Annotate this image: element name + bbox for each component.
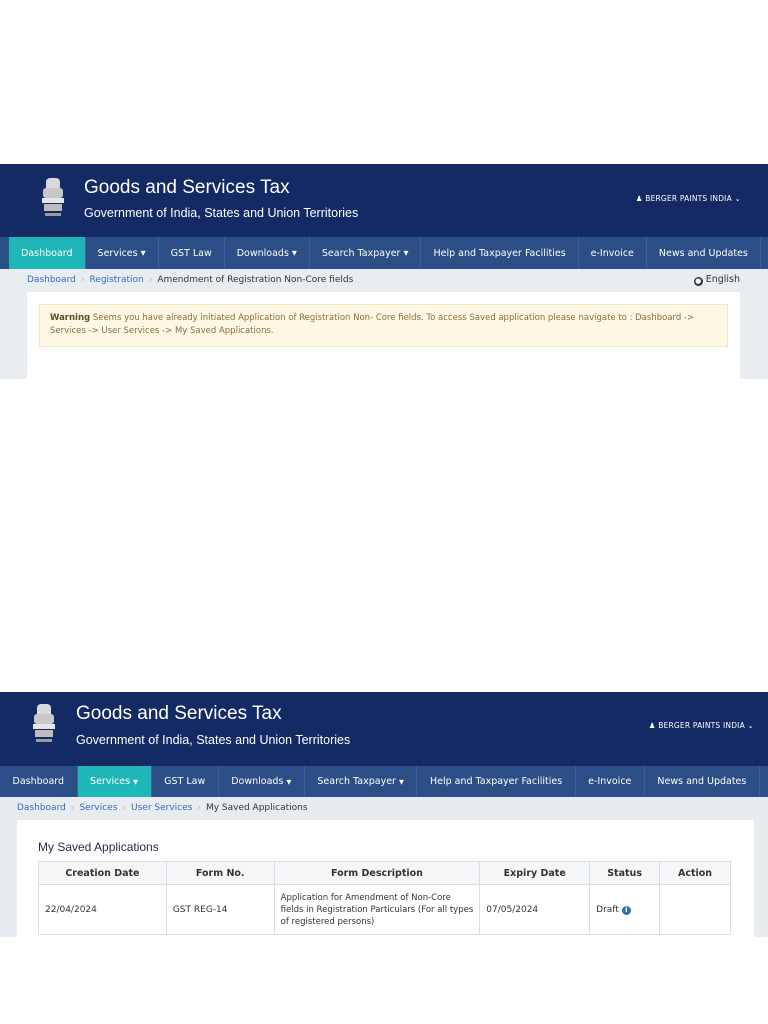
chevron-down-icon: ⌄ xyxy=(734,194,741,203)
caret-down-icon: ▼ xyxy=(291,249,297,257)
nav-label: GST Law xyxy=(170,247,212,259)
caret-down-icon: ▼ xyxy=(286,777,292,786)
site-subtitle: Government of India, States and Union Te… xyxy=(76,733,351,747)
language-selector[interactable]: ● English xyxy=(693,274,740,286)
nav-label: Search Taxpayer xyxy=(317,776,396,787)
nav-label: GST Law xyxy=(164,776,206,787)
user-icon: ♟ xyxy=(648,721,656,730)
breadcrumb-separator: › xyxy=(70,803,75,813)
screenshot-saved-applications: Goods and Services Tax Government of Ind… xyxy=(0,692,768,937)
warning-label: Warning xyxy=(50,313,91,323)
nav-dashboard[interactable]: Dashboard xyxy=(9,237,86,269)
breadcrumb-separator: › xyxy=(148,275,153,285)
warning-alert: Warning Seems you have already initiated… xyxy=(39,304,728,347)
nav-services[interactable]: Services ▼ xyxy=(86,237,159,269)
nav-label: Dashboard xyxy=(21,247,73,259)
nav-label: Help and Taxpayer Facilities xyxy=(433,247,566,259)
cell-form-no: GST REG-14 xyxy=(165,884,275,935)
col-form-no: Form No. xyxy=(165,861,275,885)
breadcrumb: Dashboard › Registration › Amendment of … xyxy=(0,269,768,291)
breadcrumb: Dashboard › Services › User Services › M… xyxy=(0,797,768,819)
breadcrumb-current: Amendment of Registration Non-Core field… xyxy=(157,275,354,285)
language-label: English xyxy=(705,274,740,285)
user-menu[interactable]: ♟ BERGER PAINTS INDIA ⌄ xyxy=(649,721,754,730)
site-subtitle: Government of India, States and Union Te… xyxy=(84,206,359,220)
user-name: BERGER PAINTS INDIA xyxy=(645,194,732,203)
breadcrumb-registration[interactable]: Registration xyxy=(89,275,143,285)
nav-label: Services xyxy=(90,776,131,787)
nav-help[interactable]: Help and Taxpayer Facilities xyxy=(417,766,576,797)
nav-gst-law[interactable]: GST Law xyxy=(152,766,219,797)
nav-label: e-Invoice xyxy=(588,776,632,787)
user-menu[interactable]: ♟ BERGER PAINTS INDIA ⌄ xyxy=(636,194,741,203)
nav-label: Downloads xyxy=(236,247,289,259)
saved-applications-table: Creation Date Form No. Form Description … xyxy=(38,861,731,935)
breadcrumb-user-services[interactable]: User Services xyxy=(131,803,192,813)
national-emblem-icon xyxy=(33,704,55,742)
nav-downloads[interactable]: Downloads ▼ xyxy=(225,237,310,269)
nav-downloads[interactable]: Downloads ▼ xyxy=(219,766,305,797)
content-panel: Warning Seems you have already initiated… xyxy=(27,292,740,379)
nav-label: e-Invoice xyxy=(590,247,634,259)
table-header-row: Creation Date Form No. Form Description … xyxy=(38,861,731,885)
nav-search-taxpayer[interactable]: Search Taxpayer ▼ xyxy=(305,766,418,797)
breadcrumb-dashboard[interactable]: Dashboard xyxy=(17,803,66,813)
cell-creation-date: 22/04/2024 xyxy=(38,884,167,935)
nav-label: News and Updates xyxy=(658,247,748,259)
nav-label: Help and Taxpayer Facilities xyxy=(429,776,563,787)
nav-news[interactable]: News and Updates xyxy=(647,237,761,269)
col-status: Status xyxy=(589,861,661,885)
content-panel: My Saved Applications Creation Date Form… xyxy=(17,820,754,937)
nav-label: Search Taxpayer xyxy=(321,247,401,259)
main-nav: Dashboard Services ▼ GST Law Downloads ▼ S… xyxy=(0,766,768,797)
nav-services[interactable]: Services ▼ xyxy=(77,766,152,797)
nav-label: Dashboard xyxy=(12,776,65,787)
caret-down-icon: ▼ xyxy=(140,249,146,257)
breadcrumb-services[interactable]: Services xyxy=(79,803,117,813)
breadcrumb-dashboard[interactable]: Dashboard xyxy=(27,275,76,285)
breadcrumb-separator: › xyxy=(197,803,201,813)
nav-search-taxpayer[interactable]: Search Taxpayer ▼ xyxy=(310,237,422,269)
cell-expiry-date: 07/05/2024 xyxy=(479,884,591,935)
col-form-description: Form Description xyxy=(273,861,481,885)
nav-dashboard[interactable]: Dashboard xyxy=(0,766,78,797)
warning-text: Seems you have already initiated Applica… xyxy=(50,313,695,336)
breadcrumb-separator: › xyxy=(122,803,126,813)
nav-help[interactable]: Help and Taxpayer Facilities xyxy=(421,237,579,269)
national-emblem-icon xyxy=(42,178,64,216)
main-nav: Dashboard Services ▼ GST Law Downloads ▼ S… xyxy=(0,237,768,269)
user-name: BERGER PAINTS INDIA xyxy=(658,721,745,730)
caret-down-icon: ▼ xyxy=(133,777,139,786)
nav-label: News and Updates xyxy=(657,776,747,787)
site-title: Goods and Services Tax xyxy=(84,177,290,198)
chevron-down-icon: ⌄ xyxy=(747,721,754,730)
screenshot-amendment-warning: Goods and Services Tax Government of Ind… xyxy=(0,164,768,379)
site-title: Goods and Services Tax xyxy=(76,703,282,724)
info-icon[interactable]: i xyxy=(621,905,631,915)
col-expiry-date: Expiry Date xyxy=(479,861,591,885)
nav-label: Services xyxy=(97,247,138,259)
cell-status: Draft i xyxy=(589,884,661,935)
user-icon: ♟ xyxy=(635,194,643,203)
cell-form-description: Application for Amendment of Non-Core fi… xyxy=(273,884,481,935)
col-action: Action xyxy=(659,861,731,885)
breadcrumb-current: My Saved Applications xyxy=(205,803,308,813)
site-header: Goods and Services Tax Government of Ind… xyxy=(0,164,768,238)
site-header: Goods and Services Tax Government of Ind… xyxy=(0,692,768,766)
table-row: 22/04/2024 GST REG-14 Application for Am… xyxy=(38,884,731,935)
caret-down-icon: ▼ xyxy=(403,249,409,257)
section-title: My Saved Applications xyxy=(38,840,159,854)
nav-e-invoice[interactable]: e-Invoice xyxy=(576,766,645,797)
breadcrumb-separator: › xyxy=(80,275,85,285)
cell-action[interactable] xyxy=(659,884,731,935)
nav-e-invoice[interactable]: e-Invoice xyxy=(579,237,647,269)
caret-down-icon: ▼ xyxy=(398,777,404,786)
nav-news[interactable]: News and Updates xyxy=(645,766,760,797)
nav-label: Downloads xyxy=(231,776,284,787)
status-text: Draft xyxy=(596,904,619,915)
globe-icon: ● xyxy=(693,277,703,286)
col-creation-date: Creation Date xyxy=(38,861,167,885)
nav-gst-law[interactable]: GST Law xyxy=(159,237,225,269)
